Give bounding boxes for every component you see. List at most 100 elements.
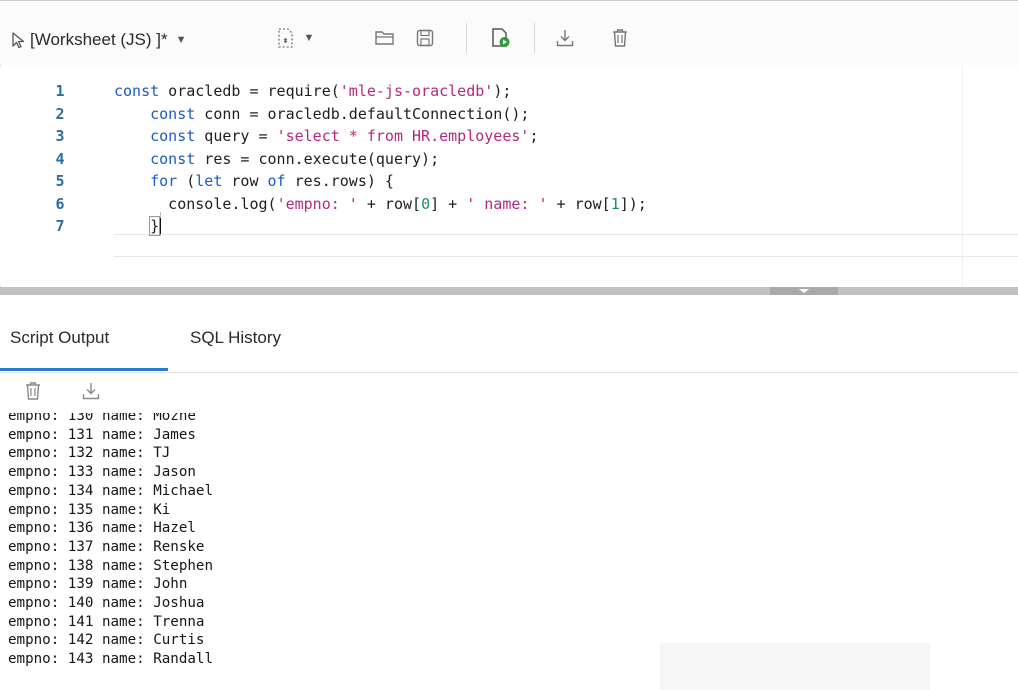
output-line: empno: 132 name: TJ (8, 445, 171, 462)
line-number: 7 (55, 217, 65, 235)
script-output-area[interactable]: empno: 130 name: Mozhe empno: 131 name: J… (0, 413, 1018, 690)
download-button[interactable] (552, 26, 578, 50)
output-line: empno: 143 name: Randall (8, 651, 213, 668)
trash-icon (26, 382, 40, 400)
panel-splitter[interactable] (0, 287, 1018, 295)
code-text: const res = conn.execute(query); (114, 148, 439, 170)
splitter-collapse-handle[interactable] (770, 287, 838, 295)
open-folder-icon (375, 31, 394, 45)
code-text: const query = 'select * from HR.employee… (114, 125, 538, 147)
code-text: const oracledb = require('mle-js-oracled… (114, 80, 511, 102)
code-token: let (195, 172, 223, 190)
code-token: conn = oracledb.defaultConnection(); (195, 104, 530, 123)
code-editor[interactable]: 1 const oracledb = require('mle-js-oracle… (0, 66, 1018, 286)
clear-output-button[interactable] (22, 379, 44, 403)
code-line[interactable]: 2 const conn = oracledb.defaultConnectio… (0, 103, 1018, 125)
active-tab-indicator (0, 368, 168, 371)
clear-button[interactable] (607, 26, 633, 50)
output-line: empno: 136 name: Hazel (8, 520, 196, 537)
output-toolbar (0, 373, 1018, 413)
tab-sql-history[interactable]: SQL History (190, 328, 281, 348)
code-token: 'empno: ' (276, 194, 358, 213)
code-token: res = conn.execute(query); (195, 149, 440, 168)
code-token: console.log( (114, 194, 277, 213)
open-button[interactable] (372, 26, 398, 50)
code-token: ( (177, 172, 196, 190)
tab-script-output[interactable]: Script Output (10, 328, 109, 348)
chevron-down-icon: ▼ (175, 34, 187, 46)
code-token: query = (195, 127, 277, 145)
worksheet-toolbar: [Worksheet (JS) ]* ▼ ▼ (0, 1, 1018, 65)
output-line: empno: 133 name: Jason (8, 464, 196, 481)
toolbar-divider (466, 23, 467, 53)
code-text: console.log('empno: ' + row[0] + ' name:… (114, 193, 647, 215)
new-file-button[interactable]: ▼ (274, 26, 316, 50)
download-icon (556, 30, 574, 47)
download-icon (82, 383, 100, 400)
output-line: empno: 137 name: Renske (8, 538, 205, 555)
code-token: res.rows) { (285, 172, 394, 190)
code-token: + row[ (357, 194, 422, 213)
worksheet-tab-title: [Worksheet (JS) ]* (30, 30, 168, 49)
code-token: for (150, 172, 178, 190)
output-line: empno: 135 name: Ki (8, 501, 171, 518)
output-line: empno: 134 name: Michael (8, 482, 213, 499)
line-number: 2 (55, 104, 65, 123)
code-text: const conn = oracledb.defaultConnection(… (114, 103, 529, 125)
code-token: + row[ (547, 194, 611, 213)
output-line: empno: 141 name: Trenna (8, 613, 205, 630)
code-token: row (222, 172, 268, 190)
line-number: 3 (55, 127, 65, 145)
code-token: 'mle-js-oracledb' (339, 82, 494, 100)
code-line[interactable]: 7 } (0, 215, 1018, 237)
toolbar-divider (534, 23, 535, 53)
line-number: 5 (55, 172, 65, 190)
code-token: 'select * from HR.employees' (276, 127, 530, 145)
run-script-button[interactable] (487, 26, 515, 50)
output-line: empno: 131 name: James (8, 426, 196, 443)
code-line[interactable]: 5 for (let row of res.rows) { (0, 170, 1018, 192)
trash-icon (613, 29, 627, 47)
output-tab-bar: Script Output SQL History (0, 295, 1018, 373)
output-lines: empno: 130 name: Mozhe empno: 131 name: J… (8, 413, 213, 669)
code-token: oracledb = require( (159, 82, 340, 100)
code-token: ]); (619, 194, 647, 213)
output-line: empno: 140 name: Joshua (8, 595, 205, 612)
code-token: of (267, 172, 286, 190)
run-script-icon (492, 28, 510, 47)
line-number: 4 (55, 149, 65, 168)
download-output-button[interactable] (80, 379, 102, 403)
output-line: empno: 142 name: Curtis (8, 632, 205, 649)
code-token: const (150, 127, 196, 145)
code-token: const (150, 149, 196, 168)
code-token: ; (529, 127, 539, 145)
new-file-icon (277, 28, 293, 48)
output-line: empno: 139 name: John (8, 576, 188, 593)
code-line[interactable]: 6 console.log('empno: ' + row[0] + ' nam… (0, 193, 1018, 215)
code-line[interactable]: 3 const query = 'select * from HR.employ… (0, 125, 1018, 147)
output-shade (660, 643, 930, 690)
code-token: 0 (421, 194, 431, 213)
code-line[interactable]: 1 const oracledb = require('mle-js-oracle… (0, 80, 1018, 102)
code-line[interactable]: 4 const res = conn.execute(query); (0, 148, 1018, 170)
line-number: 1 (55, 82, 65, 100)
code-token: const (150, 104, 196, 123)
code-text: } (114, 215, 162, 237)
chevron-down-icon: ▼ (303, 32, 315, 44)
code-token: 1 (610, 194, 620, 213)
save-button[interactable] (412, 26, 438, 50)
output-line: empno: 130 name: Mozhe (8, 413, 196, 424)
worksheet-tab-selector[interactable]: [Worksheet (JS) ]* ▼ (10, 30, 187, 50)
code-token: ' name: ' (466, 194, 548, 213)
code-token: const (114, 82, 160, 100)
code-text: for (let row of res.rows) { (114, 170, 394, 192)
save-icon (416, 29, 434, 47)
current-line-highlight (114, 234, 1018, 257)
line-number: 6 (55, 194, 65, 213)
code-token: ); (493, 82, 512, 100)
